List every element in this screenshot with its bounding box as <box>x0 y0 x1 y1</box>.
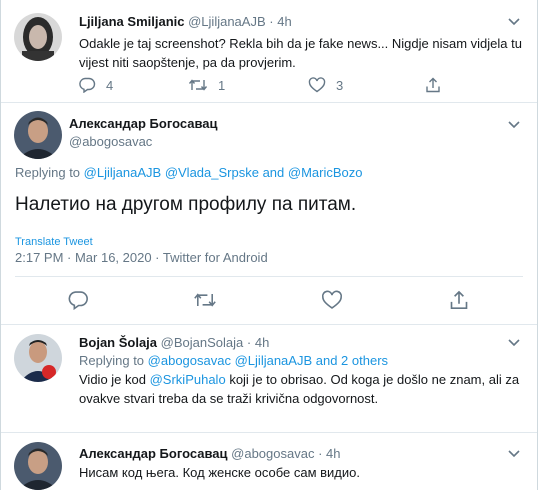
like-button[interactable] <box>321 290 343 310</box>
separator: · <box>318 446 323 461</box>
divider <box>1 432 537 433</box>
share-button[interactable] <box>449 290 469 310</box>
tweet-time[interactable]: 4h <box>255 335 269 350</box>
retweet-count: 1 <box>218 77 226 93</box>
chevron-down-icon[interactable] <box>506 334 522 350</box>
author-name[interactable]: Bojan Šolaja <box>79 335 157 350</box>
author-handle[interactable]: @LjiljanaAJB <box>188 14 266 29</box>
mention-link[interactable]: @LjiljanaAJB <box>84 165 162 180</box>
tweet-timestamp: 2:17 PM · Mar 16, 2020 · Twitter for And… <box>15 250 268 265</box>
author-name[interactable]: Александар Богосавац <box>79 446 228 461</box>
avatar[interactable] <box>14 334 62 382</box>
heart-icon <box>308 77 326 93</box>
author-handle[interactable]: @abogosavac <box>231 446 314 461</box>
heart-icon <box>322 290 342 309</box>
mention-link[interactable]: @SrkiPuhalo <box>150 372 226 387</box>
author-handle[interactable]: @BojanSolaja <box>161 335 244 350</box>
avatar[interactable] <box>14 13 62 61</box>
like-button[interactable]: 3 <box>308 77 343 93</box>
retweet-icon <box>188 79 208 91</box>
mention-link[interactable]: @MaricBozo <box>288 165 363 180</box>
tweet-text: Odakle je taj screenshot? Rekla bih da j… <box>79 36 522 70</box>
replying-to: Replying to @LjiljanaAJB @Vlada_Srpske a… <box>15 165 363 180</box>
timestamp[interactable]: 2:17 PM · Mar 16, 2020 · <box>15 250 160 265</box>
author-handle[interactable]: @abogosavac <box>69 134 218 149</box>
reply-button[interactable]: 4 <box>78 77 113 93</box>
divider <box>1 324 537 325</box>
like-count: 3 <box>336 77 344 93</box>
reply-icon <box>68 291 88 310</box>
share-button[interactable] <box>425 77 441 93</box>
avatar[interactable] <box>14 442 62 490</box>
mention-link[interactable]: @LjiljanaAJB <box>235 353 313 368</box>
replying-to: Replying to @abogosavac @LjiljanaAJB and… <box>79 353 389 368</box>
retweet-icon <box>194 293 216 307</box>
reply-icon <box>79 77 96 93</box>
chevron-down-icon[interactable] <box>506 13 522 29</box>
author-name[interactable]: Александар Богосавац <box>69 116 218 131</box>
tweet-time[interactable]: 4h <box>277 14 291 29</box>
mention-link[interactable]: @Vlada_Srpske <box>165 165 259 180</box>
mention-link[interactable]: @abogosavac <box>148 353 231 368</box>
separator: · <box>269 14 274 29</box>
retweet-button[interactable] <box>193 290 217 310</box>
chevron-down-icon[interactable] <box>506 116 522 132</box>
chevron-down-icon[interactable] <box>506 445 522 461</box>
divider <box>1 102 537 103</box>
tweet-source[interactable]: Twitter for Android <box>163 250 268 265</box>
tweet-text: Нисам код њега. Код женске особе сам вид… <box>79 465 360 480</box>
tweet-thread: Ljiljana Smiljanic @LjiljanaAJB · 4h Oda… <box>0 0 538 490</box>
others-link[interactable]: and 2 others <box>316 353 388 368</box>
separator: · <box>246 335 252 350</box>
share-icon <box>426 77 440 93</box>
tweet-text: Налетио на другом профилу па питам. <box>15 194 357 215</box>
reply-count: 4 <box>106 77 114 93</box>
share-icon <box>450 290 468 309</box>
divider <box>15 276 523 277</box>
translate-tweet-link[interactable]: Translate Tweet <box>15 236 93 248</box>
retweet-button[interactable]: 1 <box>188 77 225 93</box>
author-name[interactable]: Ljiljana Smiljanic <box>79 14 184 29</box>
tweet-text: Vidio je kod @SrkiPuhalo koji je to obri… <box>79 372 520 406</box>
avatar[interactable] <box>14 111 62 159</box>
reply-button[interactable] <box>67 290 89 310</box>
tweet-time[interactable]: 4h <box>326 446 340 461</box>
